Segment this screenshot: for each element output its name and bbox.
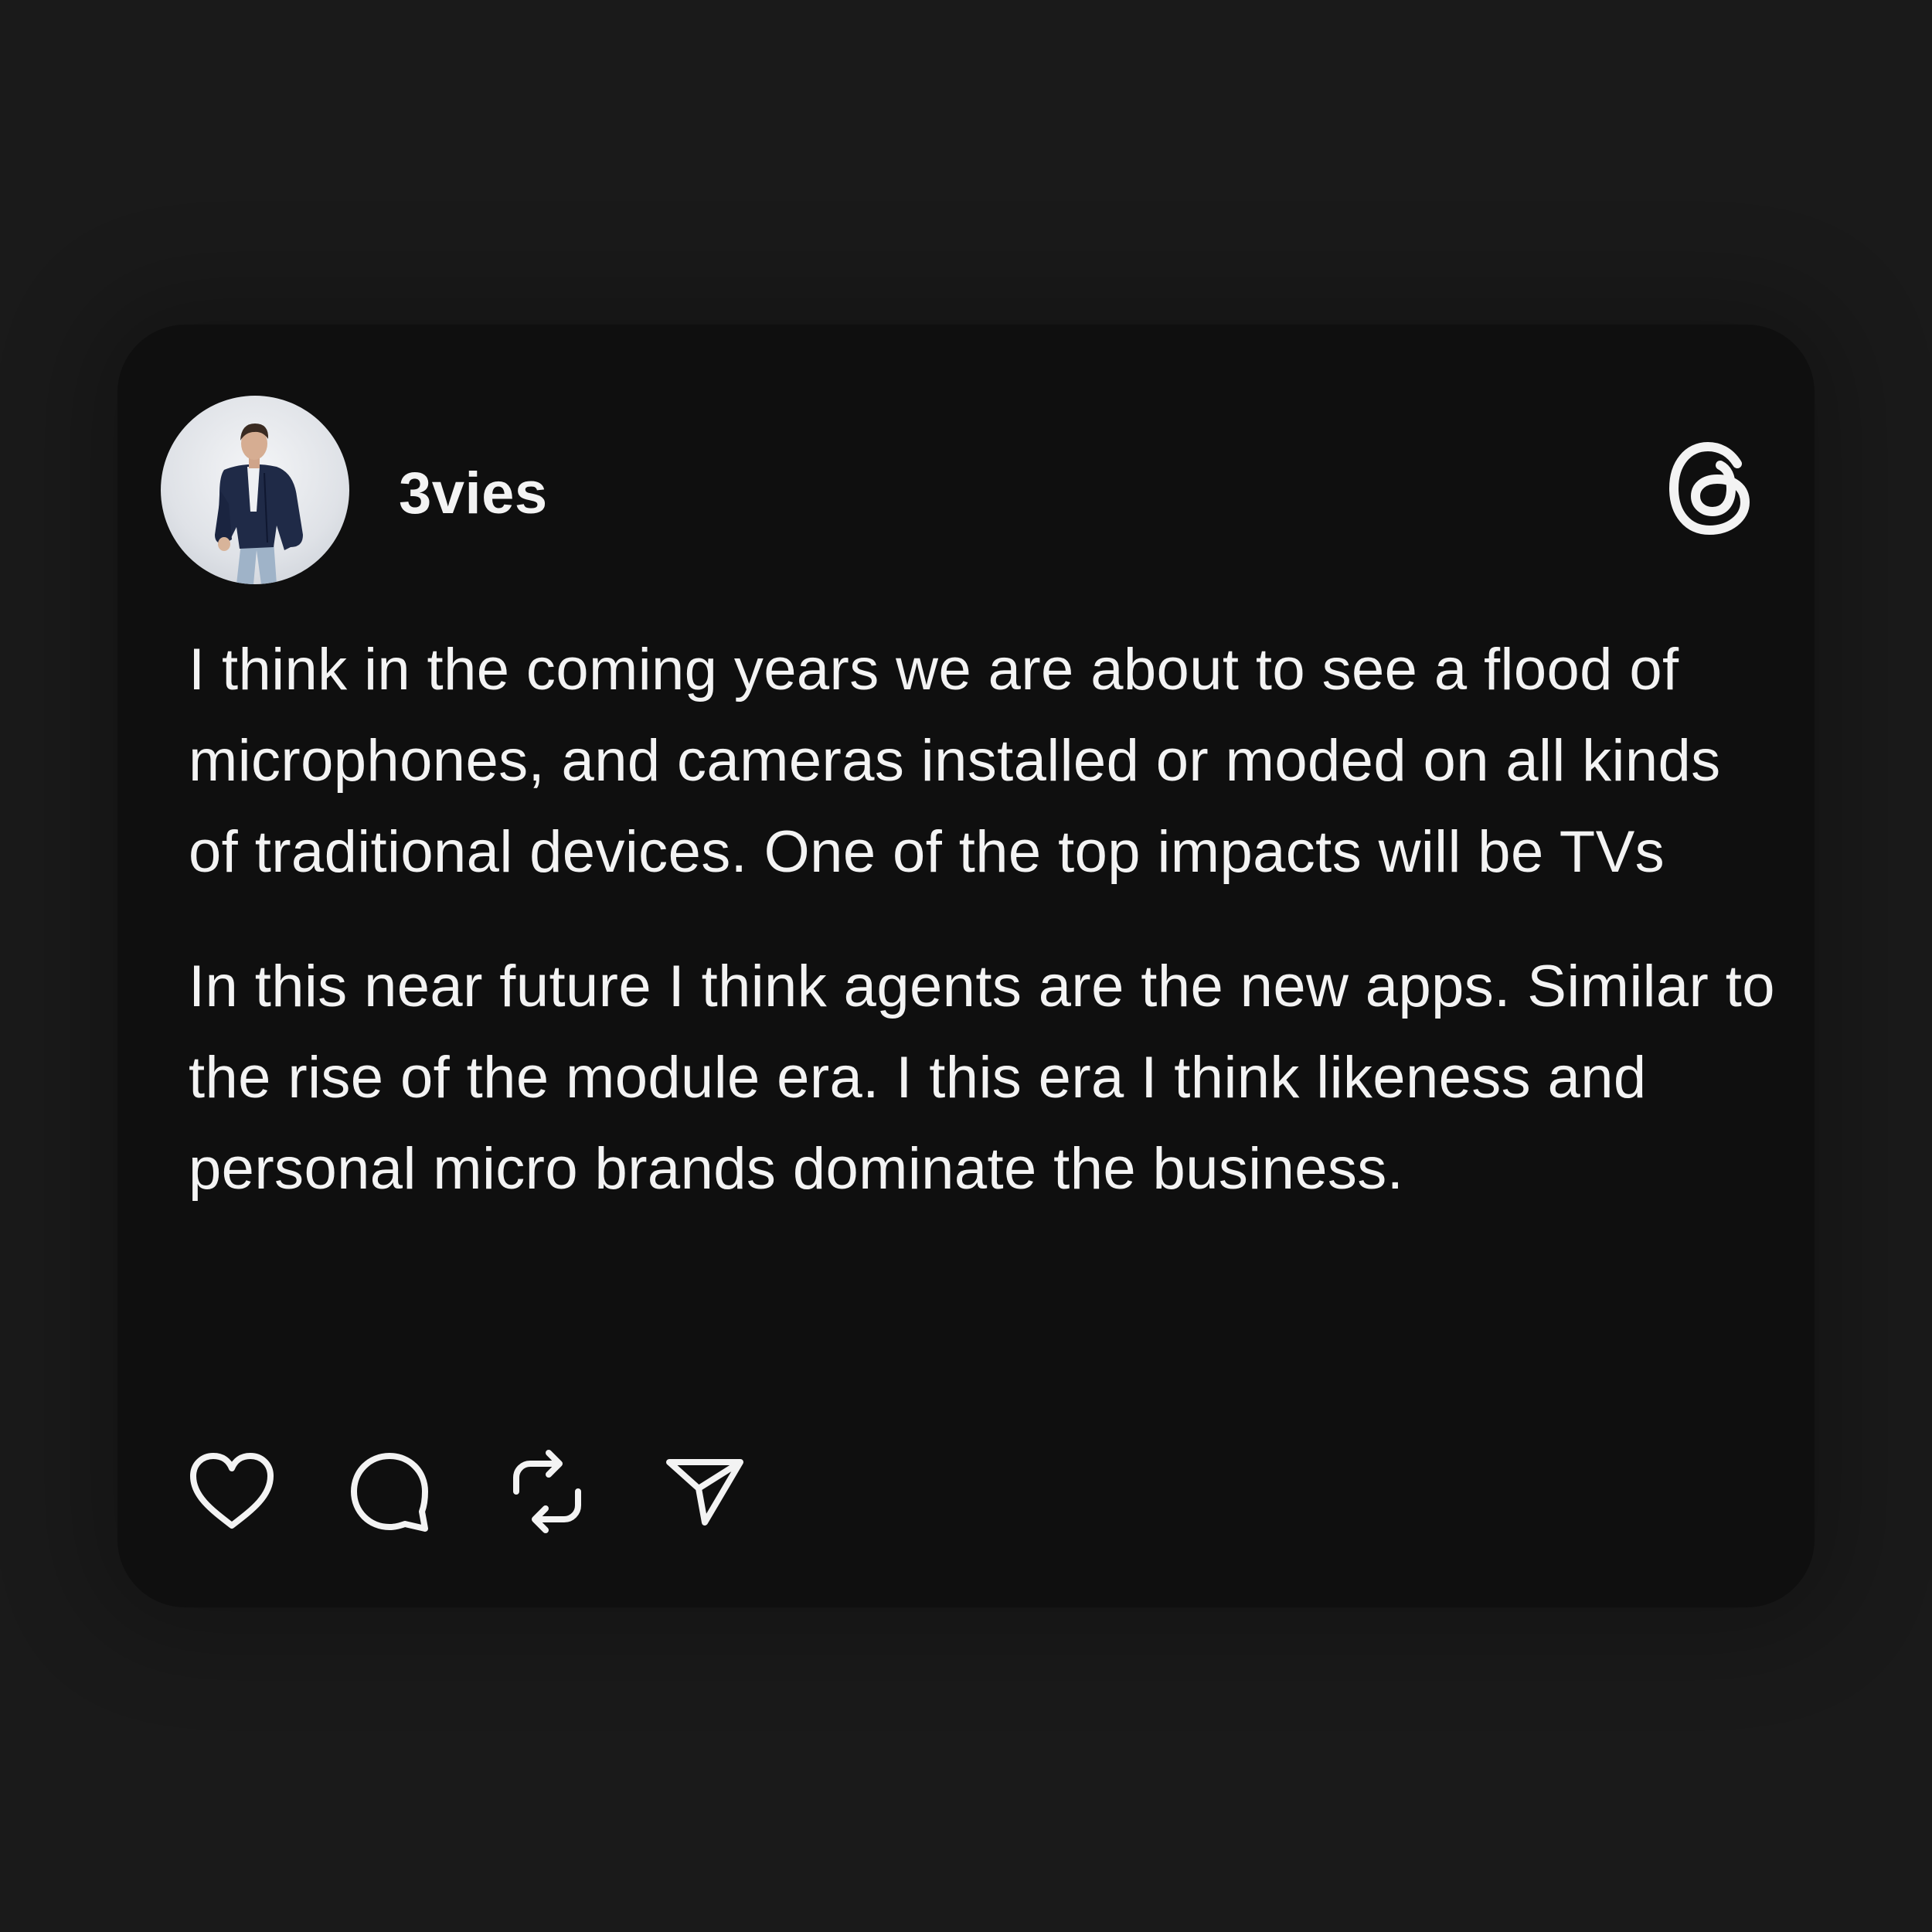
repost-button[interactable] bbox=[501, 1445, 594, 1538]
avatar-photo bbox=[215, 423, 303, 584]
post-paragraph: I think in the coming years we are about… bbox=[189, 637, 1721, 885]
post-body: I think in the coming years we are about… bbox=[189, 624, 1781, 1215]
post-paragraph: In this near future I think agents are t… bbox=[189, 954, 1775, 1202]
post-card: 3vies I think in the coming years we are… bbox=[117, 325, 1815, 1607]
share-button[interactable] bbox=[658, 1445, 751, 1538]
like-button[interactable] bbox=[185, 1445, 278, 1538]
comment-icon bbox=[351, 1453, 428, 1532]
avatar[interactable] bbox=[161, 396, 349, 584]
username[interactable]: 3vies bbox=[399, 459, 548, 529]
heart-icon bbox=[190, 1453, 274, 1529]
threads-logo-icon[interactable] bbox=[1666, 440, 1756, 536]
share-icon bbox=[666, 1459, 743, 1526]
action-bar bbox=[185, 1445, 816, 1538]
repost-icon bbox=[513, 1450, 581, 1533]
comment-button[interactable] bbox=[343, 1445, 436, 1538]
